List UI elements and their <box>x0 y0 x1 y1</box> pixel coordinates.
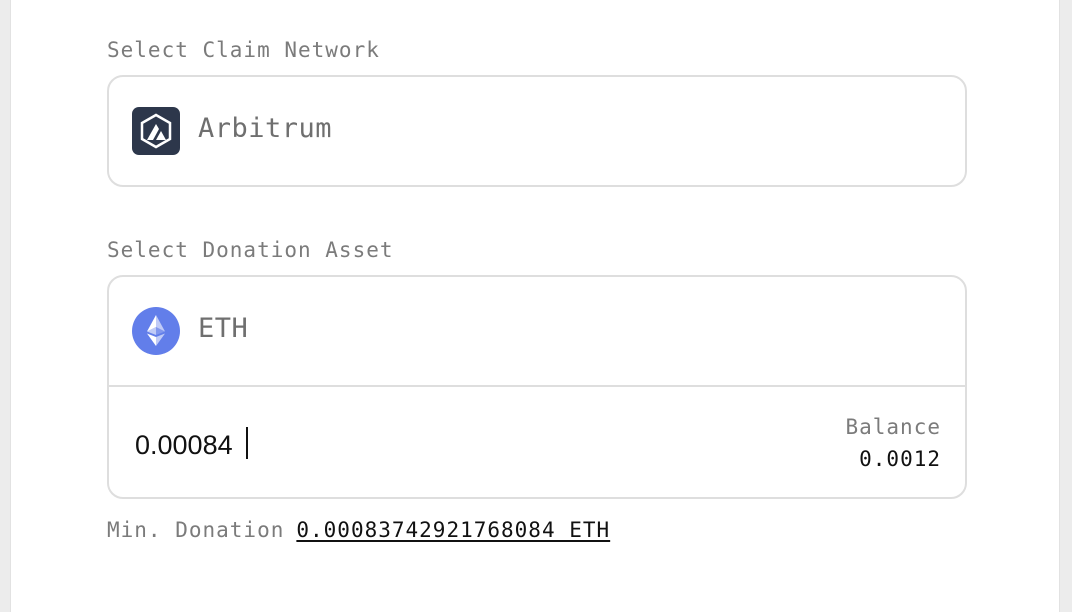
donation-asset-label: Select Donation Asset <box>107 238 394 262</box>
claim-network-option[interactable]: Arbitrum <box>109 77 965 185</box>
balance-value: 0.0012 <box>859 447 941 471</box>
text-caret <box>246 427 248 459</box>
donation-asset-name: ETH <box>198 313 249 344</box>
arbitrum-icon <box>132 107 180 155</box>
donation-panel: Select Claim Network Arbitrum Select Don… <box>10 0 1060 612</box>
claim-network-label: Select Claim Network <box>107 38 380 62</box>
claim-network-select[interactable]: Arbitrum <box>107 75 967 187</box>
min-donation-row: Min. Donation 0.00083742921768084 ETH <box>107 518 610 542</box>
claim-network-name: Arbitrum <box>198 113 333 144</box>
donation-asset-box: ETH Balance 0.0012 <box>107 275 967 499</box>
balance-label: Balance <box>845 415 941 439</box>
donation-asset-select[interactable]: ETH <box>109 277 965 385</box>
donation-amount-input[interactable] <box>135 427 635 463</box>
ethereum-icon <box>132 307 180 355</box>
amount-row: Balance 0.0012 <box>109 387 965 495</box>
min-donation-label: Min. Donation <box>107 518 285 542</box>
min-donation-value-link[interactable]: 0.00083742921768084 ETH <box>296 518 610 542</box>
